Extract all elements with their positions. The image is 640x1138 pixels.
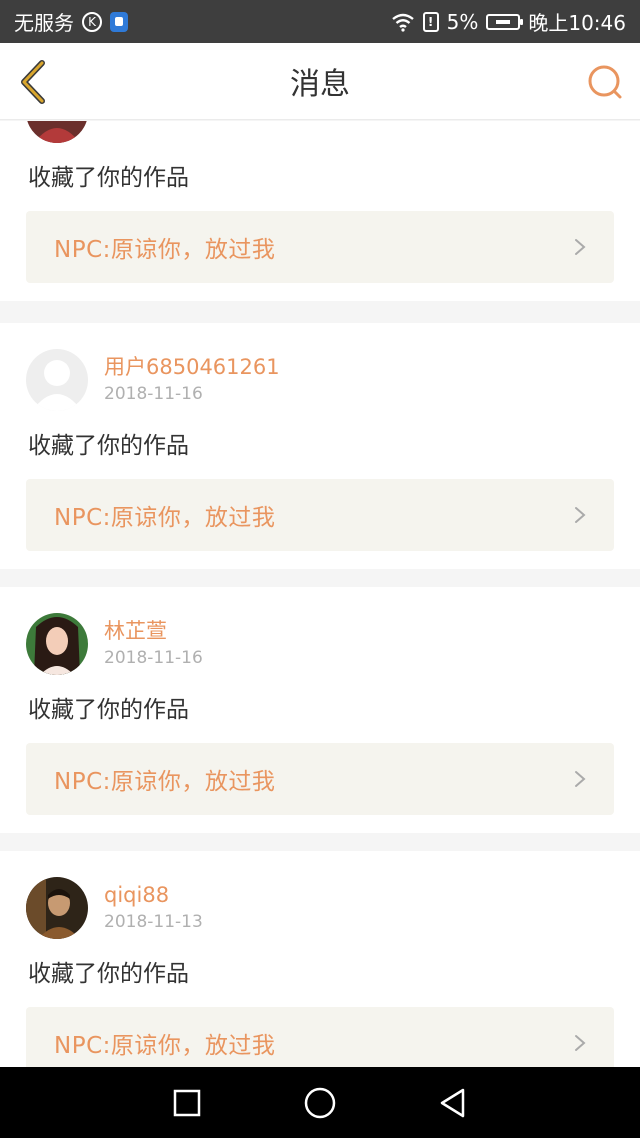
message-card: 2018-11-16 收藏了你的作品 NPC:原谅你，放过我 (0, 121, 640, 301)
card-header: 林芷萱 2018-11-16 (26, 613, 203, 675)
shield-icon (110, 11, 128, 32)
username[interactable]: qiqi88 (104, 881, 203, 909)
user-meta: 2018-11-16 (104, 121, 203, 125)
avatar[interactable] (26, 349, 88, 411)
user-meta: 林芷萱 2018-11-16 (104, 617, 203, 671)
square-icon (173, 1089, 200, 1116)
home-button[interactable] (300, 1083, 340, 1123)
back-button[interactable] (433, 1083, 473, 1123)
work-title: NPC:原谅你，放过我 (54, 505, 276, 531)
clock: 晚上10:46 (528, 11, 626, 35)
card-header: 用户6850461261 2018-11-16 (26, 349, 280, 411)
message-date: 2018-11-16 (104, 648, 203, 668)
status-left: 无服务 K (14, 7, 128, 36)
recent-apps-button[interactable] (167, 1083, 207, 1123)
circle-icon (304, 1087, 336, 1118)
avatar[interactable] (26, 121, 88, 143)
action-text: 收藏了你的作品 (28, 433, 189, 459)
alert-icon: ! (422, 11, 439, 32)
chevron-right-icon (575, 771, 586, 787)
status-bar: 无服务 K ! 5% 晚上10:46 (0, 0, 640, 43)
page-title: 消息 (290, 67, 350, 102)
chevron-right-icon (575, 507, 586, 523)
message-list[interactable]: 2018-11-16 收藏了你的作品 NPC:原谅你，放过我 用户6850461… (0, 121, 640, 1067)
k-icon: K (82, 11, 102, 32)
work-title: NPC:原谅你，放过我 (54, 237, 276, 263)
work-link[interactable]: NPC:原谅你，放过我 (26, 1007, 614, 1067)
avatar[interactable] (26, 613, 88, 675)
battery-percent: 5% (446, 9, 479, 34)
message-date: 2018-11-13 (104, 912, 203, 932)
message-card: qiqi88 2018-11-13 收藏了你的作品 NPC:原谅你，放过我 (0, 851, 640, 1067)
work-link[interactable]: NPC:原谅你，放过我 (26, 479, 614, 551)
wifi-icon (391, 13, 414, 32)
battery-icon (486, 13, 524, 30)
carrier-text: 无服务 (14, 11, 74, 35)
header: 消息 (0, 43, 640, 120)
message-date: 2018-11-16 (104, 121, 203, 125)
message-card: 用户6850461261 2018-11-16 收藏了你的作品 NPC:原谅你，… (0, 323, 640, 569)
work-link[interactable]: NPC:原谅你，放过我 (26, 211, 614, 283)
user-meta: 用户6850461261 2018-11-16 (104, 353, 280, 407)
triangle-back-icon (441, 1088, 465, 1117)
user-meta: qiqi88 2018-11-13 (104, 881, 203, 935)
message-date: 2018-11-16 (104, 384, 203, 404)
action-text: 收藏了你的作品 (28, 961, 189, 987)
work-title: NPC:原谅你，放过我 (54, 1033, 276, 1059)
username[interactable]: 林芷萱 (104, 617, 203, 645)
username[interactable]: 用户6850461261 (104, 353, 280, 381)
work-link[interactable]: NPC:原谅你，放过我 (26, 743, 614, 815)
system-nav-bar (0, 1067, 640, 1138)
action-text: 收藏了你的作品 (28, 697, 189, 723)
search-icon[interactable] (586, 63, 624, 101)
action-text: 收藏了你的作品 (28, 165, 189, 191)
chevron-right-icon (575, 239, 586, 255)
back-arrow-icon[interactable] (14, 59, 54, 105)
card-header: qiqi88 2018-11-13 (26, 877, 203, 939)
chevron-right-icon (575, 1035, 586, 1051)
avatar[interactable] (26, 877, 88, 939)
status-right: ! 5% 晚上10:46 (391, 7, 626, 36)
card-header: 2018-11-16 (26, 121, 203, 143)
message-card: 林芷萱 2018-11-16 收藏了你的作品 NPC:原谅你，放过我 (0, 587, 640, 833)
work-title: NPC:原谅你，放过我 (54, 769, 276, 795)
